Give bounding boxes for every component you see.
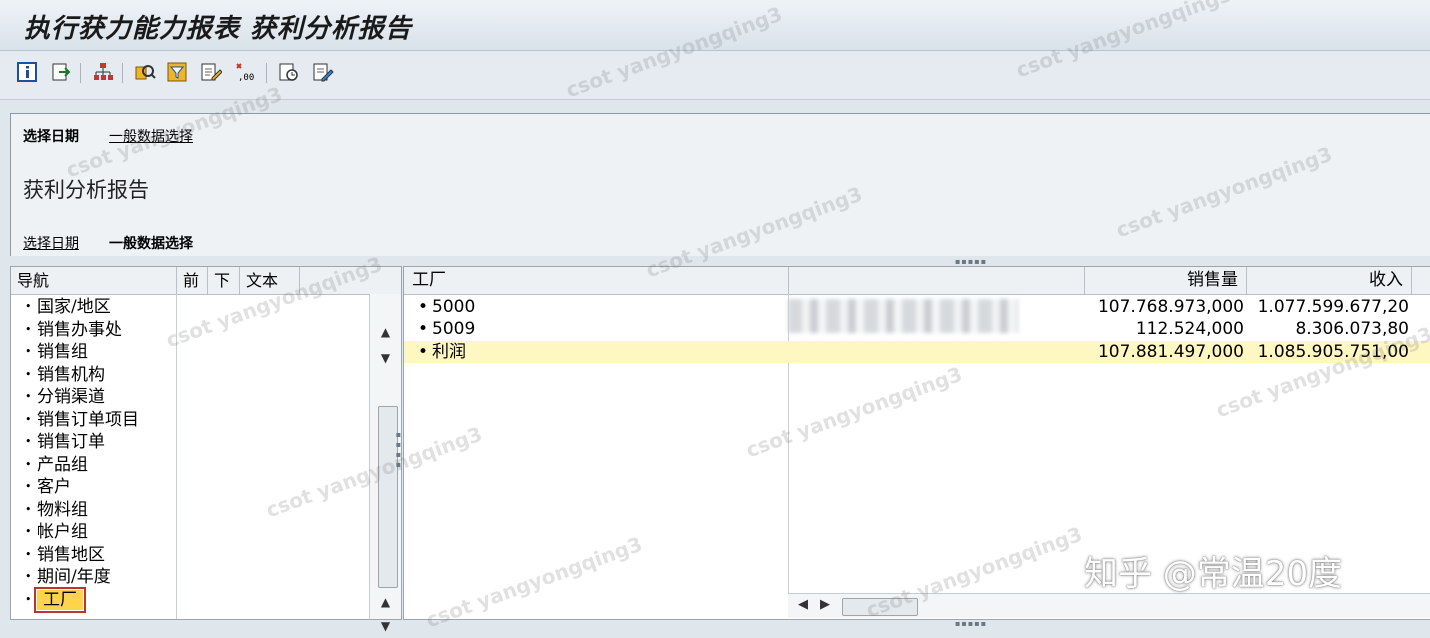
bottom-splitter-handle[interactable]: ▪▪▪▪▪ (955, 619, 987, 628)
bullet-icon: • (25, 502, 32, 516)
bullet-icon: • (25, 322, 32, 336)
cell-sales-quantity: 107.768.973,000 (1097, 297, 1244, 317)
nav-item-sales-group[interactable]: • 销售组 (25, 341, 139, 364)
nav-item-period-year[interactable]: • 期间/年度 (25, 566, 139, 589)
bullet-icon: • (418, 342, 429, 362)
bullet-icon: • (25, 345, 32, 359)
number-format-icon[interactable]: ,00 (234, 61, 256, 83)
column-header-plant[interactable]: 工厂 (404, 267, 789, 294)
horizontal-splitter-handle[interactable]: ▪▪▪▪▪ (955, 257, 987, 266)
tab-general-data-active[interactable]: 一般数据选择 (109, 233, 193, 253)
scroll-down-icon[interactable]: ▼ (370, 346, 401, 370)
scroll-left-icon[interactable]: ◀ (798, 597, 808, 612)
bullet-icon: • (418, 297, 429, 317)
bullet-icon: • (25, 592, 32, 606)
svg-text:,00: ,00 (238, 73, 254, 83)
cell-plant: 利润 (432, 342, 466, 362)
grid-header: 工厂 销售量 收入 (404, 267, 1430, 295)
cell-sales-quantity: 112.524,000 (1135, 319, 1244, 339)
redacted-description (788, 299, 1018, 333)
window-title: 执行获力能力报表 获利分析报告 (24, 14, 413, 44)
bullet-icon: • (25, 570, 32, 584)
table-row-total[interactable]: • 利润 107.881.497,000 1.085.905.751,00 (404, 341, 1430, 363)
nav-item-plant-selected[interactable]: • 工厂 (25, 586, 139, 613)
scroll-up-icon[interactable]: ▲ (370, 320, 401, 344)
nav-item-sales-office[interactable]: • 销售办事处 (25, 319, 139, 342)
nav-item-sales-org[interactable]: • 销售机构 (25, 364, 139, 387)
nav-item-distribution-channel[interactable]: • 分销渠道 (25, 386, 139, 409)
scroll-up-icon[interactable]: ▲ (370, 590, 401, 614)
source-credit-overlay: 知乎 @常温20度 (1084, 554, 1343, 594)
bullet-icon: • (25, 480, 32, 494)
layout-icon[interactable] (278, 61, 300, 83)
edit-icon[interactable] (200, 61, 222, 83)
nav-item-sales-region[interactable]: • 销售地区 (25, 544, 139, 567)
characteristic-list: • 国家/地区 • 销售办事处 • 销售组 • 销售机构 • 分销渠道 • 销售订单项目 •… (25, 296, 139, 613)
cell-plant: 5009 (432, 319, 476, 339)
toolbar-separator (266, 63, 267, 83)
toolbar-separator (122, 63, 123, 83)
bullet-icon: • (25, 435, 32, 449)
bullet-icon: • (25, 525, 32, 539)
nav-item-material-group[interactable]: • 物料组 (25, 499, 139, 522)
settings-edit-icon[interactable] (312, 61, 334, 83)
column-header-down[interactable]: 下 (208, 267, 240, 294)
filter-icon[interactable] (166, 61, 188, 83)
column-header-nav[interactable]: 导航 (11, 267, 177, 294)
column-header-prev[interactable]: 前 (177, 267, 208, 294)
bullet-icon: • (25, 547, 32, 561)
bullet-icon: • (418, 319, 429, 339)
nav-item-sales-order-item[interactable]: • 销售订单项目 (25, 409, 139, 432)
report-title: 获利分析报告 (23, 178, 149, 202)
tab-select-date-active[interactable]: 选择日期 (23, 126, 79, 146)
export-icon[interactable] (50, 61, 72, 83)
tab-select-date-link[interactable]: 选择日期 (23, 233, 79, 253)
nav-item-account-group[interactable]: • 帐户组 (25, 521, 139, 544)
nav-item-sales-order[interactable]: • 销售订单 (25, 431, 139, 454)
bullet-icon: • (25, 412, 32, 426)
nav-item-country[interactable]: • 国家/地区 (25, 296, 139, 319)
toolbar: ,00 (0, 51, 1430, 100)
find-icon[interactable] (134, 61, 156, 83)
column-header-description[interactable] (789, 267, 1085, 294)
bullet-icon: • (25, 457, 32, 471)
cell-revenue: 1.077.599.677,20 (1257, 297, 1409, 317)
nav-item-customer[interactable]: • 客户 (25, 476, 139, 499)
bullet-icon: • (25, 367, 32, 381)
scroll-down-icon[interactable]: ▼ (370, 614, 401, 638)
bullet-icon: • (25, 300, 32, 314)
info-icon[interactable] (16, 61, 38, 83)
scroll-right-icon[interactable]: ▶ (820, 597, 830, 612)
hierarchy-icon[interactable] (92, 61, 114, 83)
nav-item-product-group[interactable]: • 产品组 (25, 454, 139, 477)
cell-plant: 5000 (432, 297, 476, 317)
column-header-sales-quantity[interactable]: 销售量 (1085, 267, 1247, 294)
bullet-icon: • (25, 390, 32, 404)
column-header-revenue[interactable]: 收入 (1247, 267, 1412, 294)
cell-sales-quantity: 107.881.497,000 (1097, 342, 1244, 362)
toolbar-separator (80, 63, 81, 83)
